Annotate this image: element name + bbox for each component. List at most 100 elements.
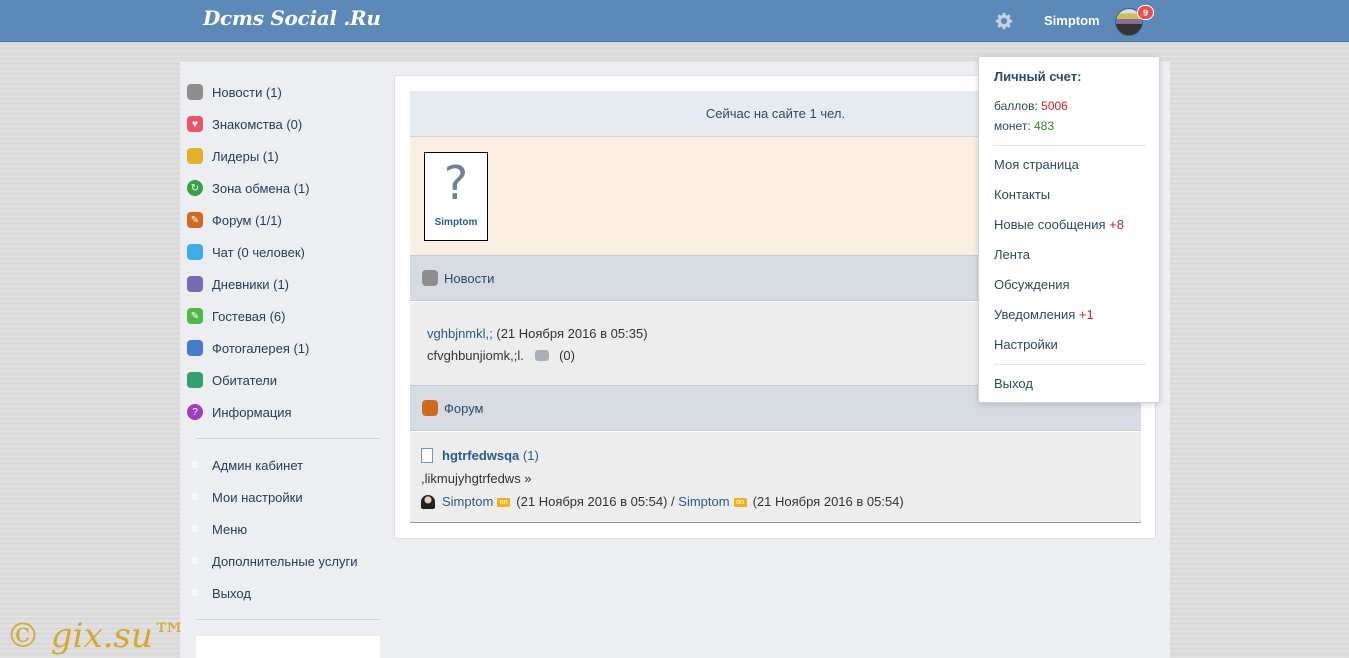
news-title-link[interactable]: vghbjnmkl,; [427,326,493,341]
news-icon [187,84,203,100]
dropdown-item-my-page[interactable]: Моя страница [994,157,1079,172]
coins-row: монет: 483 [994,119,1054,133]
sidebar-item-info[interactable]: ? Информация [186,396,382,428]
forum-last-user-link[interactable]: Simptom [678,494,729,509]
forum-section-body: hgtrfedwsqa (1) ,likmujyhgtrfedws » Simp… [410,432,1141,523]
site-logo[interactable]: Dcms Social .Ru [203,6,381,30]
sidebar-item-label: Информация [212,404,292,420]
document-icon [421,448,433,463]
sidebar-item-label: Обитатели [212,372,278,388]
sidebar-item-label: Выход [212,585,251,601]
sidebar-item-exchange[interactable]: ↻ Зона обмена (1) [186,172,382,204]
people-icon [187,372,203,388]
dropdown-item-settings[interactable]: Настройки [994,337,1058,352]
watermark: © gix.su™ [6,616,187,656]
sidebar-item-label: Чат (0 человек) [212,244,305,260]
gear-icon: ⚙ [190,491,200,503]
sidebar-item-services[interactable]: ⚙ Дополнительные услуги [186,545,382,577]
sidebar-item-label: Дополнительные услуги [212,553,358,569]
forum-last-date: (21 Ноября 2016 в 05:54) [752,494,904,509]
dropdown-item-contacts[interactable]: Контакты [994,187,1050,202]
recycle-icon: ↻ [187,180,203,196]
pencil-icon: ✎ [187,212,203,228]
gear-icon: ⚙ [190,459,200,471]
sidebar-bottom-panel [196,636,380,658]
camera-icon [187,340,203,356]
guestbook-icon: ✎ [187,308,203,324]
sidebar: Новости (1) ♥ Знакомства (0) Лидеры (1) … [186,76,382,630]
sidebar-item-dating[interactable]: ♥ Знакомства (0) [186,108,382,140]
sidebar-item-label: Меню [212,521,248,537]
news-text: cfvghbunjiomk,;l. [427,348,524,363]
sidebar-item-admin[interactable]: ⚙ Админ кабинет [186,449,382,481]
forum-topic-link[interactable]: hgtrfedwsqa [442,448,519,463]
messages-count: +8 [1109,217,1124,232]
sidebar-item-label: Дневники (1) [212,276,290,292]
coins-label: монет: [994,119,1031,133]
comment-icon[interactable] [535,350,550,361]
dropdown-divider [994,364,1146,365]
notification-badge: 9 [1137,5,1154,20]
online-user-card[interactable]: ? Simptom [424,152,488,241]
forum-topic-count: (1) [522,448,539,463]
sidebar-item-label: Фотогалерея (1) [212,340,310,356]
sidebar-item-chat[interactable]: Чат (0 человек) [186,236,382,268]
sidebar-item-label: Форум (1/1) [212,212,282,228]
notifications-count: +1 [1078,307,1094,322]
notifications-label: Уведомления [994,307,1076,322]
sidebar-item-label: Новости (1) [212,84,282,100]
gear-icon: ⚙ [190,555,200,567]
dropdown-divider [994,145,1146,146]
sidebar-item-gallery[interactable]: Фотогалерея (1) [186,332,382,364]
forum-meta-row: Simptom on (21 Ноября 2016 в 05:54) / Simp… [421,490,1141,513]
forum-author-link[interactable]: Simptom [442,494,493,509]
gear-icon: ⚙ [190,587,200,599]
user-icon [421,495,435,509]
sidebar-item-my-settings[interactable]: ⚙ Мои настройки [186,481,382,513]
default-avatar-icon: ? [432,159,480,207]
points-value: 5006 [1041,99,1068,113]
top-bar: Dcms Social .Ru Simptom 9 [0,0,1349,42]
dropdown-title: Личный счет: [994,69,1082,84]
sidebar-item-news[interactable]: Новости (1) [186,76,382,108]
news-date: (21 Ноября 2016 в 05:35) [496,326,648,341]
header-username[interactable]: Simptom [1044,13,1100,28]
sidebar-item-leaders[interactable]: Лидеры (1) [186,140,382,172]
sidebar-item-users[interactable]: Обитатели [186,364,382,396]
diary-icon [187,276,203,292]
sidebar-item-label: Админ кабинет [212,457,304,473]
dropdown-item-feed[interactable]: Лента [994,247,1030,262]
pencil-icon [422,400,438,416]
info-icon: ? [187,404,203,420]
news-comments-count: (0) [559,348,575,363]
coins-value: 483 [1034,119,1055,133]
sidebar-item-guestbook[interactable]: ✎ Гостевая (6) [186,300,382,332]
sidebar-item-logout[interactable]: ⚙ Выход [186,577,382,609]
chat-icon [187,244,203,260]
settings-gear-icon[interactable] [995,12,1013,30]
dropdown-item-messages[interactable]: Новые сообщения +8 [994,217,1124,232]
sidebar-item-label: Мои настройки [212,489,303,505]
online-status-icon: on [733,498,747,508]
sidebar-item-menu[interactable]: ⚙ Меню [186,513,382,545]
forum-heading: Форум [444,400,484,416]
sidebar-item-label: Лидеры (1) [212,148,279,164]
gear-icon: ⚙ [190,523,200,535]
sidebar-divider [196,619,380,620]
messages-label: Новые сообщения [994,217,1106,232]
sidebar-divider [196,438,380,439]
sidebar-item-label: Знакомства (0) [212,116,303,132]
sidebar-item-forum[interactable]: ✎ Форум (1/1) [186,204,382,236]
online-status-icon: on [497,498,511,508]
news-heading: Новости [444,270,495,286]
dropdown-item-logout[interactable]: Выход [994,376,1033,391]
heart-icon: ♥ [187,116,203,132]
account-dropdown: Личный счет: баллов: 5006 монет: 483 Моя… [978,56,1160,403]
sidebar-item-label: Гостевая (6) [212,308,286,324]
forum-author-date: (21 Ноября 2016 в 05:54) / [516,494,675,509]
points-row: баллов: 5006 [994,99,1068,113]
sidebar-item-label: Зона обмена (1) [212,180,310,196]
sidebar-item-diaries[interactable]: Дневники (1) [186,268,382,300]
dropdown-item-notifications[interactable]: Уведомления +1 [994,307,1094,322]
dropdown-item-discussions[interactable]: Обсуждения [994,277,1070,292]
